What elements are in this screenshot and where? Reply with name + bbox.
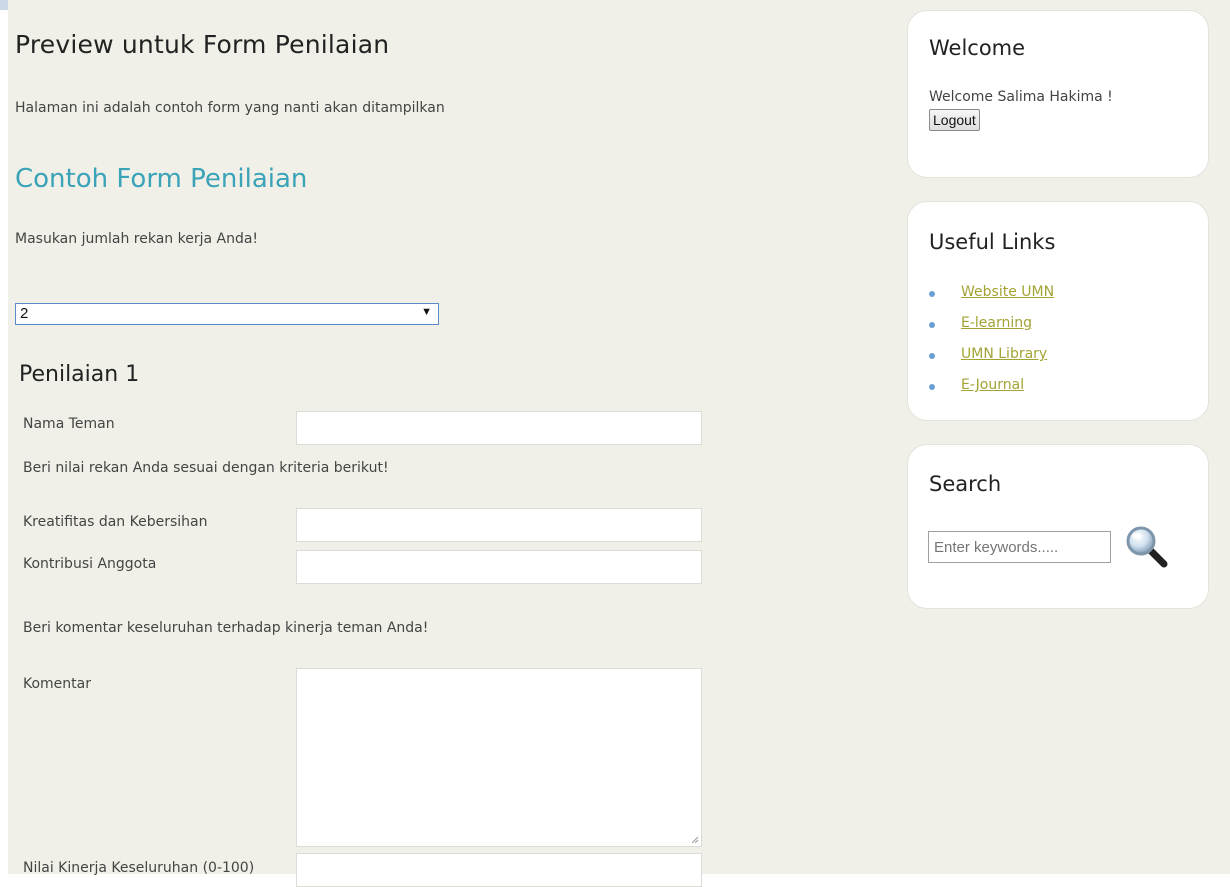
welcome-text: Welcome Salima Hakima ! <box>929 89 1113 105</box>
count-prompt: Masukan jumlah rekan kerja Anda! <box>15 231 259 247</box>
select-value: 2 <box>20 305 29 322</box>
welcome-title: Welcome <box>929 36 1026 60</box>
search-title: Search <box>929 472 1002 496</box>
useful-links-list: Website UMN E-learning UMN Library E-Jou… <box>929 284 1054 408</box>
link-e-learning[interactable]: E-learning <box>961 315 1032 331</box>
criteria-label: Kontribusi Anggota <box>23 556 157 572</box>
magnifier-icon[interactable] <box>1123 523 1171 571</box>
bullet-icon <box>929 384 935 390</box>
search-box: Search <box>907 444 1209 609</box>
criteria-input-kreatifitas[interactable] <box>296 508 702 542</box>
link-e-journal[interactable]: E-Journal <box>961 377 1024 393</box>
nama-teman-label: Nama Teman <box>23 416 115 432</box>
nilai-prompt: Beri nilai rekan Anda sesuai dengan krit… <box>23 460 389 476</box>
page-title: Preview untuk Form Penilaian <box>15 30 390 59</box>
criteria-input-kontribusi[interactable] <box>296 550 702 584</box>
nilai-keseluruhan-input[interactable] <box>296 853 702 887</box>
link-website-umn[interactable]: Website UMN <box>961 284 1054 300</box>
logout-button[interactable]: Logout <box>929 109 980 131</box>
welcome-box: Welcome Welcome Salima Hakima ! Logout <box>907 10 1209 178</box>
komentar-prompt: Beri komentar keseluruhan terhadap kiner… <box>23 620 429 636</box>
nama-teman-input[interactable] <box>296 411 702 445</box>
main-content: Preview untuk Form Penilaian Halaman ini… <box>15 0 895 887</box>
bullet-icon <box>929 353 935 359</box>
link-umn-library[interactable]: UMN Library <box>961 346 1047 362</box>
list-item: Website UMN <box>929 284 1054 315</box>
komentar-textarea[interactable] <box>296 668 702 847</box>
list-item: E-learning <box>929 315 1054 346</box>
criteria-label: Kreatifitas dan Kebersihan <box>23 514 208 530</box>
list-item: UMN Library <box>929 346 1054 377</box>
useful-links-title: Useful Links <box>929 230 1056 254</box>
useful-links-box: Useful Links Website UMN E-learning UMN … <box>907 201 1209 421</box>
top-bar-segment <box>0 0 8 10</box>
resize-handle-icon[interactable] <box>691 836 699 844</box>
list-item: E-Journal <box>929 377 1054 408</box>
bullet-icon <box>929 322 935 328</box>
komentar-label: Komentar <box>23 676 91 692</box>
intro-text: Halaman ini adalah contoh form yang nant… <box>15 100 445 116</box>
penilaian-title: Penilaian 1 <box>19 362 140 387</box>
bullet-icon <box>929 291 935 297</box>
dropdown-arrow-icon: ▼ <box>421 306 432 318</box>
section-title: Contoh Form Penilaian <box>15 164 308 194</box>
search-input[interactable] <box>928 531 1111 563</box>
colleague-count-select[interactable]: 2 ▼ <box>15 303 439 325</box>
